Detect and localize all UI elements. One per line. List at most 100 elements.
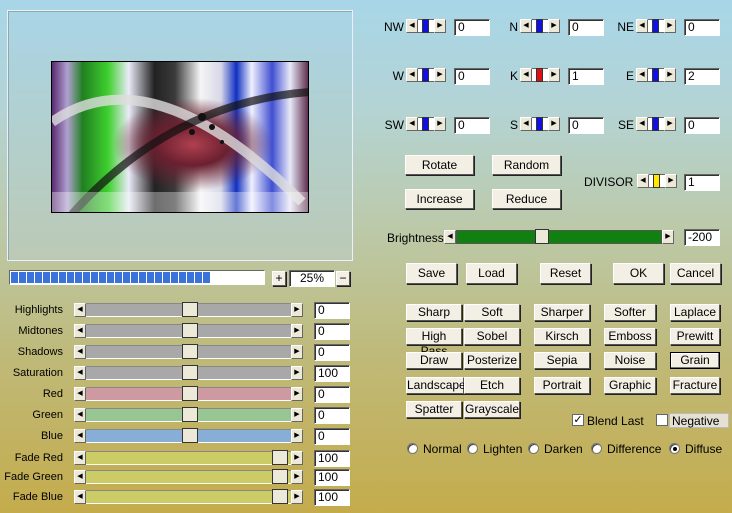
zoom-level-field[interactable]: 25% [289, 270, 335, 287]
ok-button[interactable]: OK [613, 263, 664, 284]
matrix-marker[interactable] [422, 68, 429, 82]
matrix-marker[interactable] [422, 19, 429, 33]
matrix-increase-arrow[interactable]: ▶ [664, 19, 676, 33]
preset-posterize-button[interactable]: Posterize [464, 352, 520, 369]
save-button[interactable]: Save [406, 263, 457, 284]
preset-grain-button[interactable]: Grain [670, 352, 720, 369]
matrix-decrease-arrow[interactable]: ◀ [406, 117, 418, 131]
preset-sobel-button[interactable]: Sobel [464, 328, 520, 345]
cancel-button[interactable]: Cancel [670, 263, 721, 284]
increase-button[interactable]: Increase [405, 189, 474, 209]
zoom-out-button[interactable]: − [336, 271, 350, 286]
matrix-marker[interactable] [652, 117, 659, 131]
slider-value-field[interactable]: 0 [314, 407, 350, 424]
mode-diffuse-radio[interactable] [669, 443, 680, 454]
matrix-marker[interactable] [652, 68, 659, 82]
slider-increase-arrow[interactable]: ▶ [291, 345, 303, 359]
slider-increase-arrow[interactable]: ▶ [291, 324, 303, 338]
matrix-increase-arrow[interactable]: ▶ [434, 117, 446, 131]
preset-prewitt-button[interactable]: Prewitt [670, 328, 720, 345]
preset-laplace-button[interactable]: Laplace [670, 304, 720, 321]
matrix-increase-arrow[interactable]: ▶ [548, 19, 560, 33]
matrix-increase-arrow[interactable]: ▶ [548, 68, 560, 82]
matrix-value-field[interactable]: 0 [684, 19, 720, 36]
matrix-decrease-arrow[interactable]: ◀ [520, 19, 532, 33]
reduce-button[interactable]: Reduce [492, 189, 561, 209]
matrix-value-field[interactable]: 2 [684, 68, 720, 85]
brightness-increase-arrow[interactable]: ▶ [662, 230, 674, 244]
preset-fracture-button[interactable]: Fracture [670, 377, 720, 394]
slider-thumb[interactable] [272, 450, 288, 465]
slider-value-field[interactable]: 0 [314, 428, 350, 445]
mode-darken-radio[interactable] [528, 443, 539, 454]
slider-track[interactable] [86, 490, 291, 504]
slider-decrease-arrow[interactable]: ◀ [74, 345, 86, 359]
matrix-marker[interactable] [652, 19, 659, 33]
matrix-decrease-arrow[interactable]: ◀ [636, 117, 648, 131]
matrix-value-field[interactable]: 0 [568, 19, 604, 36]
slider-decrease-arrow[interactable]: ◀ [74, 429, 86, 443]
preset-high-pass-button[interactable]: High Pass [406, 328, 462, 358]
mode-difference-radio[interactable] [591, 443, 602, 454]
slider-track[interactable] [86, 470, 291, 484]
matrix-marker[interactable] [536, 68, 543, 82]
divisor-field[interactable]: 1 [684, 174, 720, 191]
slider-increase-arrow[interactable]: ▶ [291, 490, 303, 504]
preset-grayscale-button[interactable]: Grayscale [464, 401, 520, 418]
preset-etch-button[interactable]: Etch [464, 377, 520, 394]
slider-thumb[interactable] [182, 407, 198, 422]
preset-graphic-button[interactable]: Graphic [604, 377, 656, 394]
load-button[interactable]: Load [466, 263, 517, 284]
brightness-slider-thumb[interactable] [535, 229, 549, 244]
slider-decrease-arrow[interactable]: ◀ [74, 470, 86, 484]
slider-value-field[interactable]: 0 [314, 302, 350, 319]
slider-decrease-arrow[interactable]: ◀ [74, 408, 86, 422]
matrix-decrease-arrow[interactable]: ◀ [636, 19, 648, 33]
slider-decrease-arrow[interactable]: ◀ [74, 324, 86, 338]
slider-track[interactable] [86, 451, 291, 465]
slider-decrease-arrow[interactable]: ◀ [74, 490, 86, 504]
slider-decrease-arrow[interactable]: ◀ [74, 387, 86, 401]
divisor-decrease-arrow[interactable]: ◀ [637, 174, 649, 188]
matrix-increase-arrow[interactable]: ▶ [548, 117, 560, 131]
matrix-decrease-arrow[interactable]: ◀ [406, 68, 418, 82]
matrix-value-field[interactable]: 1 [568, 68, 604, 85]
slider-thumb[interactable] [182, 428, 198, 443]
reset-button[interactable]: Reset [540, 263, 591, 284]
preset-sharper-button[interactable]: Sharper [534, 304, 590, 321]
slider-increase-arrow[interactable]: ▶ [291, 303, 303, 317]
slider-increase-arrow[interactable]: ▶ [291, 451, 303, 465]
slider-thumb[interactable] [182, 323, 198, 338]
divisor-increase-arrow[interactable]: ▶ [665, 174, 677, 188]
preset-noise-button[interactable]: Noise [604, 352, 656, 369]
matrix-marker[interactable] [536, 19, 543, 33]
matrix-increase-arrow[interactable]: ▶ [434, 19, 446, 33]
divisor-marker[interactable] [653, 174, 660, 188]
slider-value-field[interactable]: 0 [314, 386, 350, 403]
zoom-in-button[interactable]: + [272, 271, 286, 286]
slider-value-field[interactable]: 100 [314, 365, 350, 382]
slider-thumb[interactable] [182, 386, 198, 401]
matrix-value-field[interactable]: 0 [454, 117, 490, 134]
slider-increase-arrow[interactable]: ▶ [291, 387, 303, 401]
matrix-increase-arrow[interactable]: ▶ [664, 117, 676, 131]
slider-increase-arrow[interactable]: ▶ [291, 366, 303, 380]
matrix-value-field[interactable]: 0 [684, 117, 720, 134]
slider-value-field[interactable]: 100 [314, 450, 350, 467]
preset-softer-button[interactable]: Softer [604, 304, 656, 321]
preset-sepia-button[interactable]: Sepia [534, 352, 590, 369]
slider-value-field[interactable]: 100 [314, 489, 350, 506]
matrix-decrease-arrow[interactable]: ◀ [520, 68, 532, 82]
negative-checkbox[interactable] [656, 414, 668, 426]
slider-decrease-arrow[interactable]: ◀ [74, 366, 86, 380]
matrix-value-field[interactable]: 0 [454, 19, 490, 36]
slider-value-field[interactable]: 0 [314, 344, 350, 361]
preset-soft-button[interactable]: Soft [464, 304, 520, 321]
slider-thumb[interactable] [182, 302, 198, 317]
slider-increase-arrow[interactable]: ▶ [291, 408, 303, 422]
brightness-decrease-arrow[interactable]: ◀ [444, 230, 456, 244]
blend-last-checkbox[interactable]: ✓ [572, 414, 584, 426]
matrix-value-field[interactable]: 0 [454, 68, 490, 85]
slider-thumb[interactable] [272, 489, 288, 504]
slider-thumb[interactable] [182, 344, 198, 359]
